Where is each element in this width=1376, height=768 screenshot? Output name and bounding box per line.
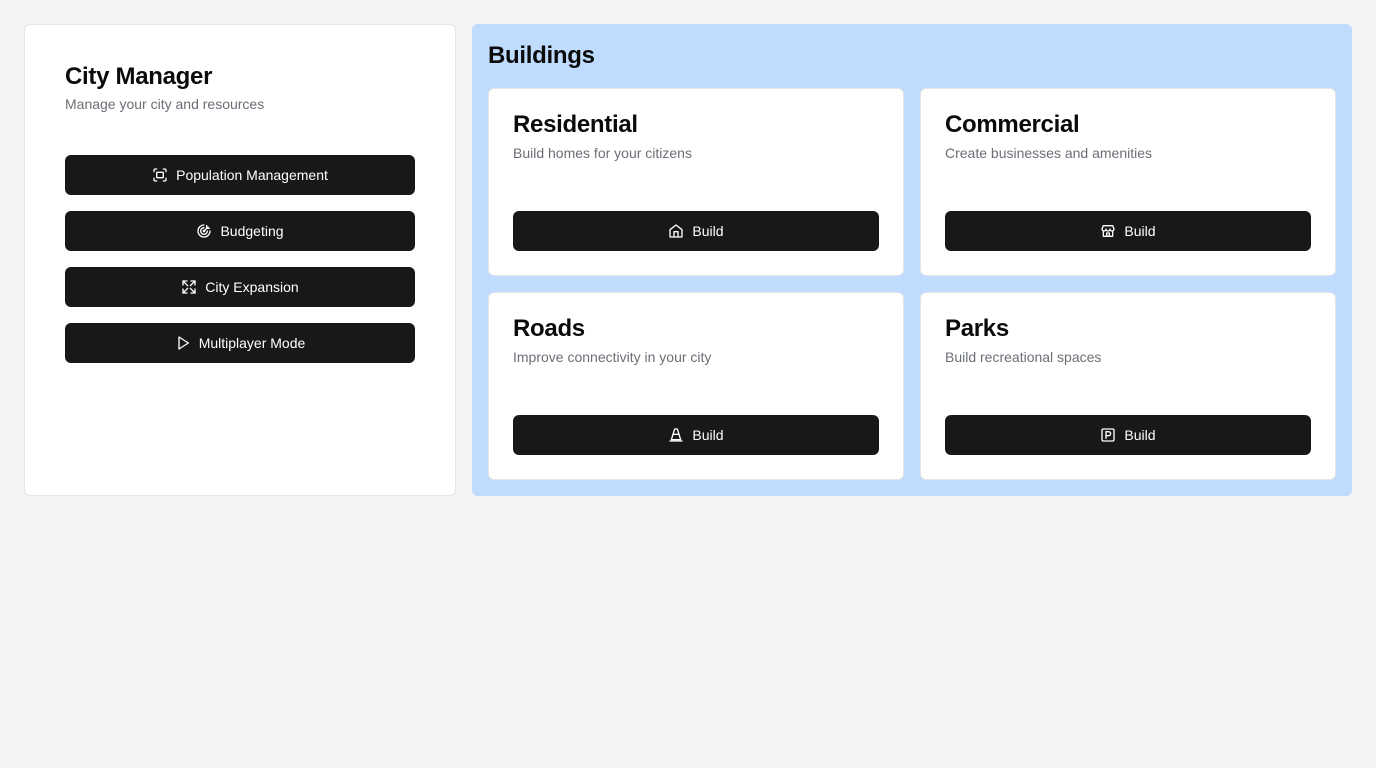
buildings-grid: Residential Build homes for your citizen… (488, 88, 1336, 480)
build-roads-button[interactable]: Build (513, 415, 879, 455)
city-manager-panel: City Manager Manage your city and resour… (24, 24, 456, 496)
multiplayer-mode-label: Multiplayer Mode (198, 335, 306, 351)
budgeting-button[interactable]: Budgeting (65, 211, 415, 251)
build-label: Build (1124, 223, 1156, 239)
build-commercial-button[interactable]: Build (945, 211, 1311, 251)
menu: Population Management Budgeting City Exp… (65, 155, 415, 363)
city-expansion-label: City Expansion (205, 279, 299, 295)
card-title: Residential (513, 111, 638, 138)
play-icon (175, 335, 191, 351)
traffic-cone-icon (668, 427, 684, 443)
card-title: Roads (513, 315, 585, 342)
build-label: Build (692, 223, 724, 239)
card-description: Improve connectivity in your city (513, 349, 712, 365)
buildings-title: Buildings (488, 42, 595, 69)
store-icon (1100, 223, 1116, 239)
parks-card: Parks Build recreational spaces Build (920, 292, 1336, 480)
city-expansion-button[interactable]: City Expansion (65, 267, 415, 307)
build-residential-button[interactable]: Build (513, 211, 879, 251)
house-icon (668, 223, 684, 239)
population-management-button[interactable]: Population Management (65, 155, 415, 195)
residential-card: Residential Build homes for your citizen… (488, 88, 904, 276)
budgeting-label: Budgeting (220, 223, 284, 239)
build-parks-button[interactable]: Build (945, 415, 1311, 455)
expand-icon (181, 279, 197, 295)
card-title: Commercial (945, 111, 1080, 138)
population-management-label: Population Management (176, 167, 328, 183)
card-description: Create businesses and amenities (945, 145, 1153, 161)
card-description: Build recreational spaces (945, 349, 1102, 365)
page-title: City Manager (65, 63, 213, 90)
build-label: Build (692, 427, 724, 443)
buildings-panel: Buildings Residential Build homes for yo… (472, 24, 1352, 496)
card-description: Build homes for your citizens (513, 145, 692, 161)
page-subtitle: Manage your city and resources (65, 96, 265, 112)
multiplayer-mode-button[interactable]: Multiplayer Mode (65, 323, 415, 363)
card-title: Parks (945, 315, 1009, 342)
parking-icon (1100, 427, 1116, 443)
commercial-card: Commercial Create businesses and ameniti… (920, 88, 1336, 276)
scan-face-icon (152, 167, 168, 183)
target-icon (196, 223, 212, 239)
build-label: Build (1124, 427, 1156, 443)
roads-card: Roads Improve connectivity in your city … (488, 292, 904, 480)
